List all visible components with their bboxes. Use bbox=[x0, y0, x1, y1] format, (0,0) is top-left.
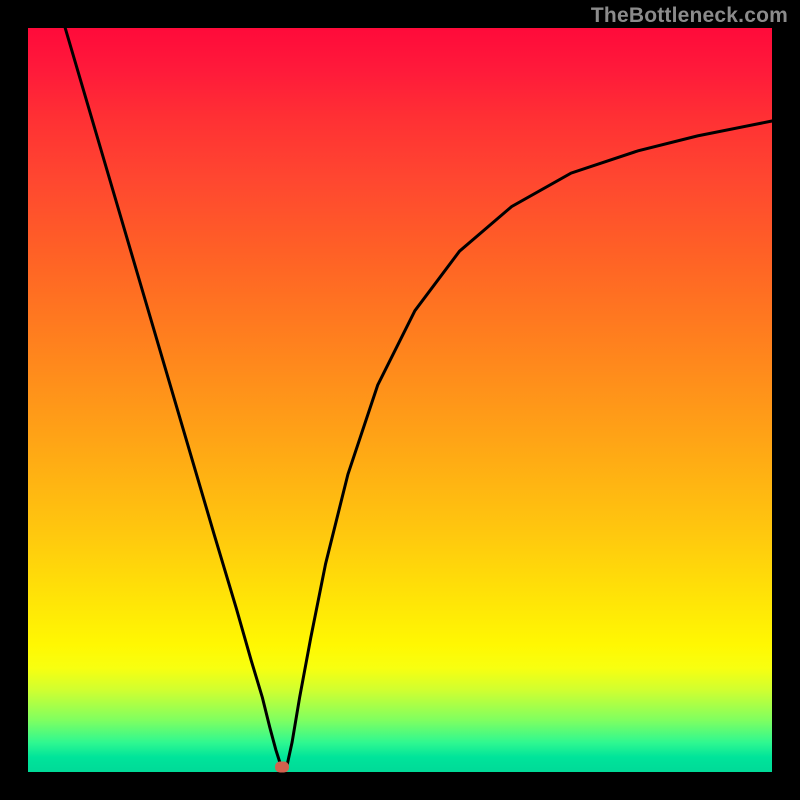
curve-left-path bbox=[65, 28, 281, 766]
curve-right-path bbox=[287, 121, 772, 766]
watermark-text: TheBottleneck.com bbox=[591, 4, 788, 28]
chart-frame: TheBottleneck.com bbox=[0, 0, 800, 800]
chart-curve bbox=[28, 28, 772, 772]
min-marker bbox=[275, 761, 289, 772]
